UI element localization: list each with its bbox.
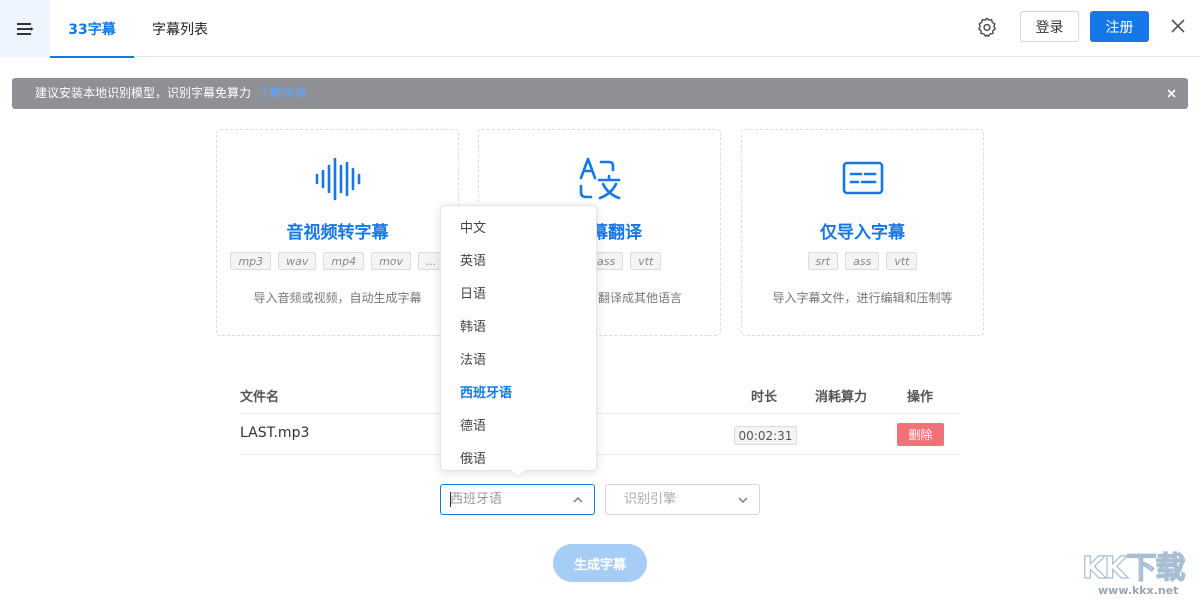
format-tag: vtt (886, 252, 918, 270)
card-description: 导入音频或视频，自动生成字幕 (253, 291, 422, 305)
language-dropdown: 中文 英语 日语 韩语 法语 西班牙语 德语 俄语 (440, 205, 597, 479)
generate-subtitle-button[interactable]: 生成字幕 (553, 544, 647, 582)
notice-close-icon[interactable] (1165, 87, 1178, 100)
format-tags: srt ass vtt (742, 252, 983, 270)
card-title: 幕翻译 (591, 223, 642, 243)
format-tag: vtt (630, 252, 662, 270)
chevron-down-icon (738, 497, 748, 503)
notice-text: 建议安装本地识别模型，识别字幕免算力 (35, 86, 252, 100)
column-header-duration: 时长 (751, 390, 778, 405)
column-header-cost: 消耗算力 (815, 390, 868, 405)
engine-select-placeholder: 识别引擎 (624, 492, 677, 507)
tab-subtitle-list[interactable]: 字幕列表 (138, 0, 222, 57)
dropdown-option-spanish[interactable]: 西班牙语 (441, 377, 596, 410)
table-divider (240, 413, 960, 414)
format-tag: ass (845, 252, 880, 270)
language-select[interactable]: 西班牙语 (440, 484, 595, 515)
format-tag: mov (371, 252, 412, 270)
table-row-filename: LAST.mp3 (240, 425, 310, 441)
format-tag: mp4 (323, 252, 365, 270)
register-button[interactable]: 注册 (1090, 11, 1149, 42)
dropdown-option-french[interactable]: 法语 (441, 344, 596, 377)
menu-icon (17, 22, 34, 35)
format-tag: srt (807, 252, 839, 270)
card-title: 音视频转字幕 (286, 223, 389, 243)
login-button[interactable]: 登录 (1020, 11, 1079, 42)
engine-select[interactable]: 识别引擎 (605, 484, 760, 515)
format-tags: mp3 wav mp4 mov ... (217, 252, 458, 270)
dropdown-option-chinese[interactable]: 中文 (441, 212, 596, 245)
format-tag: wav (278, 252, 317, 270)
audio-wave-icon (315, 157, 361, 201)
format-tags: ass vtt (589, 252, 662, 270)
table-row-duration: 00:02:31 (734, 426, 797, 445)
dropdown-option-japanese[interactable]: 日语 (441, 278, 596, 311)
notice-learn-more-link[interactable]: 了解详情 (258, 78, 306, 109)
card-title: 仅导入字幕 (820, 223, 905, 243)
table-divider (240, 454, 960, 455)
dropdown-option-german[interactable]: 德语 (441, 410, 596, 443)
watermark-url: www.kkx.net (1098, 584, 1179, 597)
menu-button[interactable] (0, 0, 50, 57)
card-audio-video-to-subtitle[interactable]: 音视频转字幕 mp3 wav mp4 mov ... 导入音频或视频，自动生成字… (216, 129, 459, 336)
language-select-value: 西班牙语 (450, 492, 503, 507)
app-header: 33字幕 字幕列表 登录 注册 (0, 0, 1200, 58)
gear-icon[interactable] (976, 16, 998, 38)
watermark-logo: KK下载 (1081, 550, 1186, 586)
column-header-filename: 文件名 (240, 390, 280, 405)
notice-bar: 建议安装本地识别模型，识别字幕免算力 了解详情 (12, 78, 1188, 109)
chevron-up-icon (573, 497, 583, 503)
card-description: 翻译成其他语言 (598, 291, 683, 305)
format-tag: mp3 (230, 252, 272, 270)
card-import-subtitle-only[interactable]: 仅导入字幕 srt ass vtt 导入字幕文件，进行编辑和压制等 (741, 129, 984, 336)
card-description: 导入字幕文件，进行编辑和压制等 (772, 291, 953, 305)
tab-33-subtitles[interactable]: 33字幕 (50, 0, 134, 58)
dropdown-option-english[interactable]: 英语 (441, 245, 596, 278)
delete-button[interactable]: 删除 (897, 423, 944, 446)
dropdown-option-korean[interactable]: 韩语 (441, 311, 596, 344)
subtitle-icon (842, 161, 884, 195)
translate-icon (579, 157, 621, 200)
close-icon[interactable] (1167, 15, 1189, 37)
column-header-action: 操作 (907, 390, 934, 405)
